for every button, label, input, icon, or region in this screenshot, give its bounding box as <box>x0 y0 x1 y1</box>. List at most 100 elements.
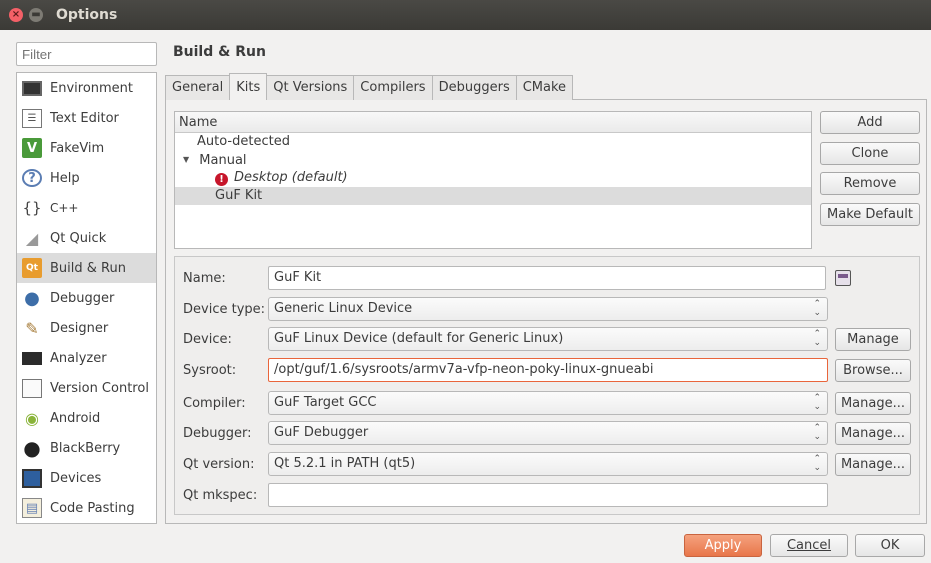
sidebar-item-blackberry[interactable]: ● BlackBerry <box>17 433 156 463</box>
debugger-select[interactable]: GuF Debugger ⌃ ⌄ <box>268 421 828 445</box>
sidebar-item-label: Environment <box>50 80 134 96</box>
kits-tree[interactable]: Name Auto-detected ▼ Manual ! Desktop (de… <box>174 111 812 249</box>
sidebar-item-label: Qt Quick <box>50 230 107 246</box>
make-default-button[interactable]: Make Default <box>820 203 920 226</box>
device-select[interactable]: GuF Linux Device (default for Generic Li… <box>268 327 828 351</box>
sidebar-item-text-editor[interactable]: ☰ Text Editor <box>17 103 156 133</box>
sidebar-item-cpp[interactable]: {} C++ <box>17 193 156 223</box>
manage-debugger-button[interactable]: Manage... <box>835 422 911 445</box>
tree-item-guf-kit[interactable]: GuF Kit <box>175 187 811 205</box>
page-title: Build & Run <box>173 44 266 60</box>
manage-device-button[interactable]: Manage <box>835 328 911 351</box>
compiler-label: Compiler: <box>183 396 246 411</box>
tree-item-desktop-kit[interactable]: ! Desktop (default) <box>175 169 811 187</box>
expand-arrow-icon[interactable]: ▼ <box>183 155 189 164</box>
sidebar-item-label: BlackBerry <box>50 440 121 456</box>
qt-version-label: Qt version: <box>183 457 255 472</box>
tree-item-label: GuF Kit <box>215 188 263 203</box>
sidebar-item-label: Designer <box>50 320 109 336</box>
sidebar-item-devices[interactable]: Devices <box>17 463 156 493</box>
build-run-icon: Qt <box>22 258 42 278</box>
tree-item-label: Desktop (default) <box>234 170 348 185</box>
tree-item-auto-detected[interactable]: Auto-detected <box>175 133 811 151</box>
combo-arrows-icon: ⌃ ⌄ <box>813 454 821 473</box>
designer-icon: ✎ <box>25 318 39 338</box>
text-editor-icon: ☰ <box>22 108 42 128</box>
cpp-braces-icon: {} <box>22 199 42 217</box>
sidebar-item-build-run[interactable]: Qt Build & Run <box>17 253 156 283</box>
device-type-select[interactable]: Generic Linux Device ⌃ ⌄ <box>268 297 828 321</box>
kit-icon-button[interactable] <box>835 270 851 286</box>
sysroot-label: Sysroot: <box>183 363 237 378</box>
blackberry-icon: ● <box>23 436 41 460</box>
tab-compilers[interactable]: Compilers <box>353 75 433 100</box>
combo-arrows-icon: ⌃ ⌄ <box>813 329 821 348</box>
sidebar-item-label: Devices <box>50 470 102 486</box>
manage-qt-version-button[interactable]: Manage... <box>835 453 911 476</box>
apply-button[interactable]: Apply <box>684 534 762 557</box>
sidebar-item-label: C++ <box>50 201 79 215</box>
sidebar-item-label: Text Editor <box>50 110 119 126</box>
sidebar-item-help[interactable]: ? Help <box>17 163 156 193</box>
tab-kits[interactable]: Kits <box>229 73 268 100</box>
sysroot-field[interactable]: /opt/guf/1.6/sysroots/armv7a-vfp-neon-po… <box>268 358 828 382</box>
clone-kit-button[interactable]: Clone <box>820 142 920 165</box>
kit-name-field[interactable]: GuF Kit <box>268 266 826 290</box>
qt-mkspec-field[interactable] <box>268 483 828 507</box>
tab-debuggers[interactable]: Debuggers <box>431 75 517 100</box>
sidebar-item-fakevim[interactable]: V FakeVim <box>17 133 156 163</box>
remove-kit-button[interactable]: Remove <box>820 172 920 195</box>
cancel-button[interactable]: Cancel <box>770 534 848 557</box>
column-header-name[interactable]: Name <box>175 112 811 133</box>
tab-qt-versions[interactable]: Qt Versions <box>266 75 355 100</box>
debugger-value: GuF Debugger <box>274 425 369 440</box>
compiler-value: GuF Target GCC <box>274 395 377 410</box>
kit-details-panel <box>174 256 920 515</box>
tab-cmake[interactable]: CMake <box>515 75 574 100</box>
help-icon: ? <box>22 169 42 187</box>
sidebar-item-version-control[interactable]: Version Control <box>17 373 156 403</box>
analyzer-icon <box>22 351 42 365</box>
monitor-icon <box>22 80 42 96</box>
options-category-list: Environment ☰ Text Editor V FakeVim ? He… <box>16 72 157 524</box>
devices-icon <box>22 468 42 488</box>
compiler-select[interactable]: GuF Target GCC ⌃ ⌄ <box>268 391 828 415</box>
sidebar-item-android[interactable]: ◉ Android <box>17 403 156 433</box>
sidebar-item-environment[interactable]: Environment <box>17 73 156 103</box>
sidebar-item-label: Debugger <box>50 290 115 306</box>
tree-item-label: Manual <box>199 153 247 168</box>
window-title: Options <box>56 7 118 23</box>
vim-icon: V <box>22 138 42 158</box>
device-type-label: Device type: <box>183 302 266 317</box>
sidebar-item-label: Code Pasting <box>50 500 135 516</box>
sidebar-item-label: Help <box>50 170 80 186</box>
sidebar-item-label: Android <box>50 410 101 426</box>
debugger-icon: ● <box>24 287 40 309</box>
sidebar-item-label: Build & Run <box>50 260 126 276</box>
sidebar-item-label: Version Control <box>50 380 149 396</box>
sidebar-item-debugger[interactable]: ● Debugger <box>17 283 156 313</box>
ok-button-label: OK <box>880 538 900 553</box>
error-icon: ! <box>215 173 228 186</box>
qt-mkspec-label: Qt mkspec: <box>183 488 258 503</box>
qt-version-select[interactable]: Qt 5.2.1 in PATH (qt5) ⌃ ⌄ <box>268 452 828 476</box>
sidebar-item-analyzer[interactable]: Analyzer <box>17 343 156 373</box>
tab-general[interactable]: General <box>165 75 231 100</box>
android-icon: ◉ <box>25 408 39 428</box>
sidebar-item-qt-quick[interactable]: ◢ Qt Quick <box>17 223 156 253</box>
browse-sysroot-button[interactable]: Browse... <box>835 359 911 382</box>
qt-version-value: Qt 5.2.1 in PATH (qt5) <box>274 456 416 471</box>
minimize-window-button[interactable]: ▬ <box>29 8 43 22</box>
close-window-button[interactable]: × <box>9 8 23 22</box>
name-label: Name: <box>183 271 226 286</box>
debugger-label: Debugger: <box>183 426 252 441</box>
ok-button[interactable]: OK <box>855 534 925 557</box>
sidebar-item-designer[interactable]: ✎ Designer <box>17 313 156 343</box>
manage-compiler-button[interactable]: Manage... <box>835 392 911 415</box>
sidebar-item-code-pasting[interactable]: ▤ Code Pasting <box>17 493 156 523</box>
device-value: GuF Linux Device (default for Generic Li… <box>274 331 564 346</box>
combo-arrows-icon: ⌃ ⌄ <box>813 299 821 318</box>
tree-item-manual[interactable]: ▼ Manual <box>175 151 811 169</box>
filter-input[interactable] <box>16 42 157 66</box>
add-kit-button[interactable]: Add <box>820 111 920 134</box>
